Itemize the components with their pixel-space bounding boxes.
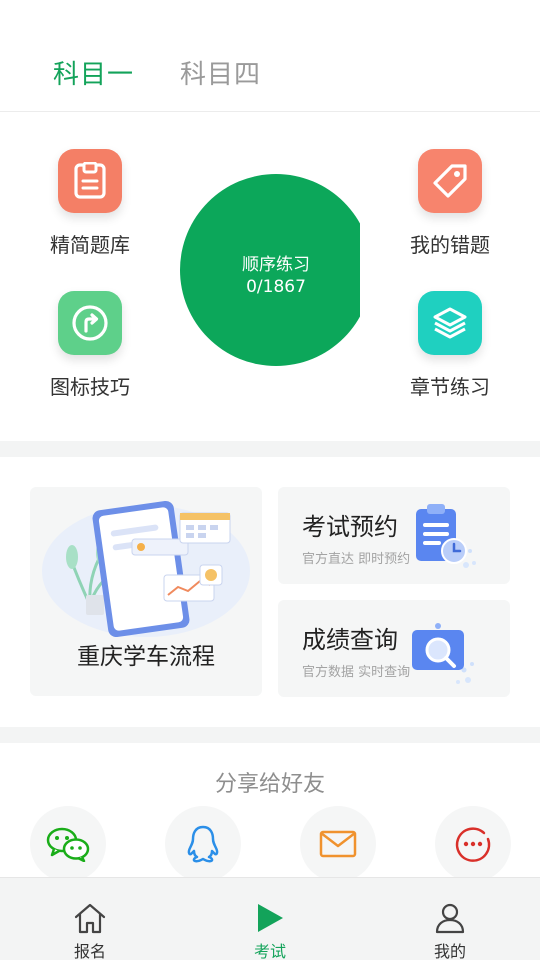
section-divider	[0, 727, 540, 743]
feature-label: 图标技巧	[50, 375, 130, 399]
share-title: 分享给好友	[214, 772, 325, 797]
layers-icon	[418, 291, 482, 355]
turn-arrow-icon	[58, 291, 122, 355]
share-qq-button[interactable]	[165, 806, 241, 882]
feature-my-mistakes[interactable]: 我的错题	[390, 149, 510, 258]
tag-icon	[418, 149, 482, 213]
exam-booking-title: 考试预约	[302, 513, 398, 541]
user-icon	[435, 903, 465, 934]
driving-process-card[interactable]: 重庆学车流程	[30, 487, 262, 696]
share-mail-button[interactable]	[300, 806, 376, 882]
qq-icon	[187, 825, 219, 863]
sequential-practice-progress: 0/1867	[246, 277, 306, 297]
score-query-title: 成绩查询	[302, 626, 398, 654]
sequential-practice-button[interactable]: 顺序练习 0/1867	[180, 174, 360, 366]
feature-label: 精简题库	[50, 233, 130, 257]
nav-register-label: 报名	[73, 942, 106, 960]
process-illustration	[42, 500, 250, 637]
exam-booking-subtitle: 官方直达 即时预约	[302, 552, 411, 567]
score-query-card[interactable]: 成绩查询 官方数据 实时查询	[278, 600, 510, 697]
share-wechat-button[interactable]	[30, 806, 106, 882]
score-query-subtitle: 官方数据 实时查询	[302, 665, 411, 680]
tab-subject-four[interactable]: 科目四	[180, 54, 261, 91]
subject-tabs: 科目一 科目四	[0, 0, 540, 112]
nav-mine[interactable]: 我的	[390, 878, 510, 960]
sequential-practice-label: 顺序练习	[242, 255, 310, 275]
play-icon	[258, 904, 283, 932]
section-divider	[0, 441, 540, 457]
mail-icon	[319, 830, 357, 858]
wechat-icon	[46, 827, 90, 862]
feature-icon-tips[interactable]: 图标技巧	[30, 291, 150, 400]
nav-mine-label: 我的	[433, 942, 466, 960]
tab-subject-one[interactable]: 科目一	[53, 54, 134, 91]
notepad-icon	[58, 149, 122, 213]
feature-chapter-practice[interactable]: 章节练习	[390, 291, 510, 400]
magnifier-icon	[412, 623, 474, 684]
feature-label: 章节练习	[410, 375, 490, 399]
nav-exam[interactable]: 考试	[210, 878, 330, 960]
share-more-button[interactable]	[435, 806, 511, 882]
feature-label: 我的错题	[410, 233, 490, 257]
sequential-practice-circle[interactable]: 顺序练习 0/1867	[180, 174, 360, 366]
nav-register[interactable]: 报名	[30, 878, 150, 960]
practice-panel: 精简题库 图标技巧 我的错题 章节练习 顺序练习 0/1867	[0, 113, 540, 441]
more-icon	[455, 827, 491, 862]
home-icon	[74, 903, 106, 934]
exam-booking-card[interactable]: 考试预约 官方直达 即时预约	[278, 487, 510, 584]
nav-exam-label: 考试	[253, 942, 286, 960]
feature-streamlined-bank[interactable]: 精简题库	[30, 149, 150, 258]
bottom-navigation: 报名 考试 我的	[0, 877, 540, 960]
driving-process-title: 重庆学车流程	[77, 644, 215, 670]
clipboard-clock-icon	[416, 504, 476, 568]
